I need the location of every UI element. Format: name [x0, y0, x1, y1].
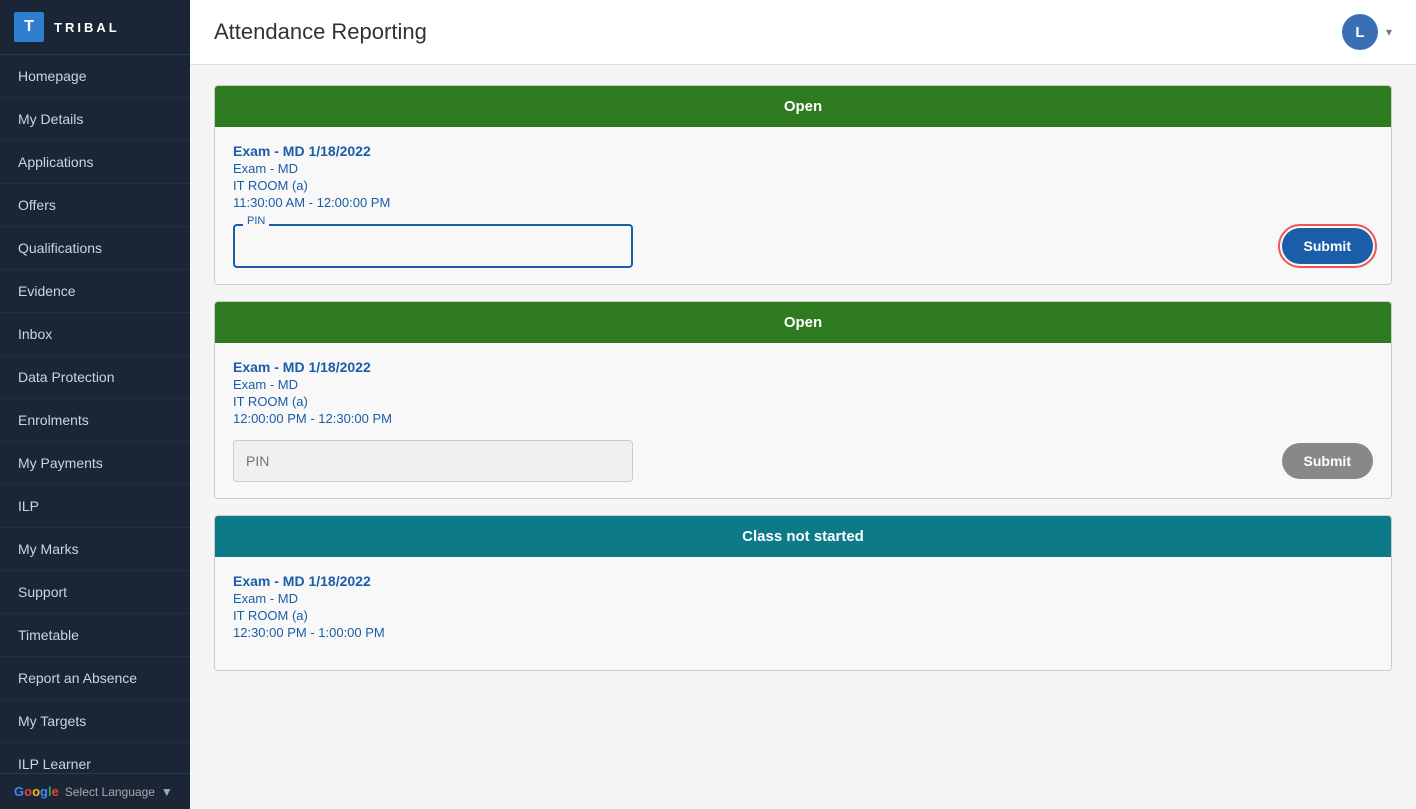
sidebar-footer[interactable]: Google Select Language ▼ [0, 773, 190, 809]
card-body-2: Exam - MD 1/18/2022 Exam - MD IT ROOM (a) 1… [215, 343, 1391, 498]
sidebar-item-my-marks[interactable]: My Marks [0, 528, 190, 571]
attendance-card-1: Open Exam - MD 1/18/2022 Exam - MD IT ROOM … [214, 85, 1392, 285]
sidebar-item-ilp-learner[interactable]: ILP Learner [0, 743, 190, 773]
main-area: Attendance Reporting L ▾ Open Exam - MD 1… [190, 0, 1416, 809]
topbar: Attendance Reporting L ▾ [190, 0, 1416, 65]
content-area: Open Exam - MD 1/18/2022 Exam - MD IT ROOM … [190, 65, 1416, 809]
pin-input-wrap-1: PIN [233, 224, 633, 268]
user-avatar[interactable]: L [1342, 14, 1378, 50]
submit-button-2: Submit [1282, 443, 1373, 479]
logo-text: TRIBAL [54, 20, 120, 35]
sidebar-item-inbox[interactable]: Inbox [0, 313, 190, 356]
page-title: Attendance Reporting [214, 19, 427, 45]
session-info-1: Exam - MD 1/18/2022 Exam - MD IT ROOM (a) 1… [233, 143, 1373, 210]
pin-input-wrap-2 [233, 440, 633, 482]
session-title-1: Exam - MD 1/18/2022 [233, 143, 1373, 159]
logo-letter: T [24, 18, 34, 36]
logo-box: T [14, 12, 44, 42]
card-header-3: Class not started [215, 516, 1391, 557]
sidebar-item-my-targets[interactable]: My Targets [0, 700, 190, 743]
card-header-1: Open [215, 86, 1391, 127]
card-body-1: Exam - MD 1/18/2022 Exam - MD IT ROOM (a) 1… [215, 127, 1391, 284]
session-info-3: Exam - MD 1/18/2022 Exam - MD IT ROOM (a) 1… [233, 573, 1373, 640]
sidebar-item-my-payments[interactable]: My Payments [0, 442, 190, 485]
sidebar-item-ilp[interactable]: ILP [0, 485, 190, 528]
google-icon: Google [14, 784, 59, 799]
session-sub-3: Exam - MD [233, 591, 1373, 606]
submit-button-1[interactable]: Submit [1282, 228, 1373, 264]
session-room-3: IT ROOM (a) [233, 608, 1373, 623]
sidebar-item-offers[interactable]: Offers [0, 184, 190, 227]
session-time-3: 12:30:00 PM - 1:00:00 PM [233, 625, 1373, 640]
sidebar-item-qualifications[interactable]: Qualifications [0, 227, 190, 270]
sidebar-logo: T TRIBAL [0, 0, 190, 55]
pin-input-2[interactable] [233, 440, 633, 482]
card-header-2: Open [215, 302, 1391, 343]
sidebar-item-applications[interactable]: Applications [0, 141, 190, 184]
session-info-2: Exam - MD 1/18/2022 Exam - MD IT ROOM (a) 1… [233, 359, 1373, 426]
sidebar-item-enrolments[interactable]: Enrolments [0, 399, 190, 442]
session-sub-2: Exam - MD [233, 377, 1373, 392]
pin-input-1[interactable] [233, 224, 633, 268]
sidebar-item-timetable[interactable]: Timetable [0, 614, 190, 657]
pin-row-1: PIN Submit [233, 224, 1373, 268]
session-room-1: IT ROOM (a) [233, 178, 1373, 193]
session-title-2: Exam - MD 1/18/2022 [233, 359, 1373, 375]
pin-row-2: Submit [233, 440, 1373, 482]
session-room-2: IT ROOM (a) [233, 394, 1373, 409]
sidebar-nav: HomepageMy DetailsApplicationsOffersQual… [0, 55, 190, 773]
user-menu-chevron[interactable]: ▾ [1386, 25, 1392, 39]
sidebar-item-report-absence[interactable]: Report an Absence [0, 657, 190, 700]
attendance-card-3: Class not startedExam - MD 1/18/2022Exam… [214, 515, 1392, 671]
select-language-label[interactable]: Select Language [65, 785, 155, 799]
language-dropdown-arrow[interactable]: ▼ [161, 785, 173, 799]
session-time-2: 12:00:00 PM - 12:30:00 PM [233, 411, 1373, 426]
sidebar-item-support[interactable]: Support [0, 571, 190, 614]
card-body-3: Exam - MD 1/18/2022 Exam - MD IT ROOM (a) 1… [215, 557, 1391, 670]
sidebar-item-data-protection[interactable]: Data Protection [0, 356, 190, 399]
topbar-right: L ▾ [1342, 14, 1392, 50]
sidebar: T TRIBAL HomepageMy DetailsApplicationsO… [0, 0, 190, 809]
session-title-3: Exam - MD 1/18/2022 [233, 573, 1373, 589]
sidebar-item-homepage[interactable]: Homepage [0, 55, 190, 98]
session-time-1: 11:30:00 AM - 12:00:00 PM [233, 195, 1373, 210]
sidebar-item-evidence[interactable]: Evidence [0, 270, 190, 313]
sidebar-item-my-details[interactable]: My Details [0, 98, 190, 141]
session-sub-1: Exam - MD [233, 161, 1373, 176]
attendance-card-2: Open Exam - MD 1/18/2022 Exam - MD IT ROOM … [214, 301, 1392, 499]
